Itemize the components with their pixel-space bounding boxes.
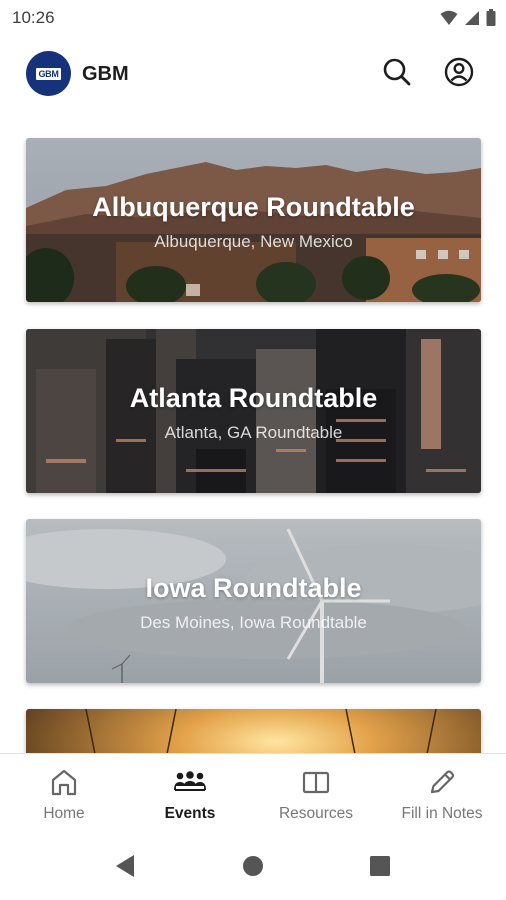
search-icon bbox=[383, 58, 411, 86]
nav-resources[interactable]: Resources bbox=[253, 754, 379, 831]
nav-home-label: Home bbox=[43, 805, 85, 822]
nav-fill-in-notes[interactable]: Fill in Notes bbox=[379, 754, 505, 831]
back-triangle-icon bbox=[116, 855, 134, 877]
home-icon bbox=[51, 769, 77, 796]
events-screen: 10:26 GBM GBM Albuquerque Roundtable Alb… bbox=[0, 0, 506, 900]
account-button[interactable] bbox=[443, 56, 475, 88]
event-title: Albuquerque Roundtable bbox=[92, 192, 415, 222]
book-icon bbox=[302, 771, 330, 794]
recents-square-icon bbox=[370, 856, 390, 876]
status-icons bbox=[440, 9, 496, 26]
wifi-icon bbox=[440, 10, 458, 25]
nav-fill-in-notes-label: Fill in Notes bbox=[401, 805, 483, 822]
nav-home[interactable]: Home bbox=[1, 754, 127, 831]
recents-button[interactable] bbox=[366, 852, 394, 880]
gbm-logo[interactable]: GBM bbox=[26, 51, 71, 96]
event-subtitle: Des Moines, Iowa Roundtable bbox=[140, 613, 367, 632]
signal-icon bbox=[465, 10, 479, 25]
status-time: 10:26 bbox=[12, 8, 55, 27]
people-group-icon bbox=[174, 771, 206, 791]
home-circle-icon bbox=[243, 856, 263, 876]
logo-text: GBM bbox=[36, 67, 61, 80]
back-button[interactable] bbox=[111, 852, 139, 880]
nav-resources-label: Resources bbox=[278, 805, 354, 822]
nav-events[interactable]: Events bbox=[127, 754, 253, 831]
event-subtitle: Albuquerque, New Mexico bbox=[154, 232, 353, 251]
status-bar: 10:26 bbox=[0, 0, 506, 36]
event-card-atlanta[interactable]: Atlanta Roundtable Atlanta, GA Roundtabl… bbox=[26, 329, 481, 493]
bottom-navigation: Home Events Resources Fill in Notes bbox=[0, 753, 506, 830]
event-title: Iowa Roundtable bbox=[145, 573, 362, 603]
home-system-button[interactable] bbox=[239, 852, 267, 880]
event-card-iowa[interactable]: Iowa Roundtable Des Moines, Iowa Roundta… bbox=[26, 519, 481, 683]
system-navigation-bar bbox=[0, 830, 506, 900]
nav-events-label: Events bbox=[164, 805, 216, 822]
app-header: GBM GBM bbox=[0, 36, 506, 114]
account-icon bbox=[444, 57, 474, 87]
battery-icon bbox=[486, 9, 496, 26]
event-card-albuquerque[interactable]: Albuquerque Roundtable Albuquerque, New … bbox=[26, 138, 481, 302]
app-title: GBM bbox=[82, 63, 129, 85]
event-subtitle: Atlanta, GA Roundtable bbox=[164, 423, 343, 442]
pencil-icon bbox=[430, 770, 455, 794]
event-title: Atlanta Roundtable bbox=[129, 383, 378, 413]
search-button[interactable] bbox=[381, 56, 413, 88]
